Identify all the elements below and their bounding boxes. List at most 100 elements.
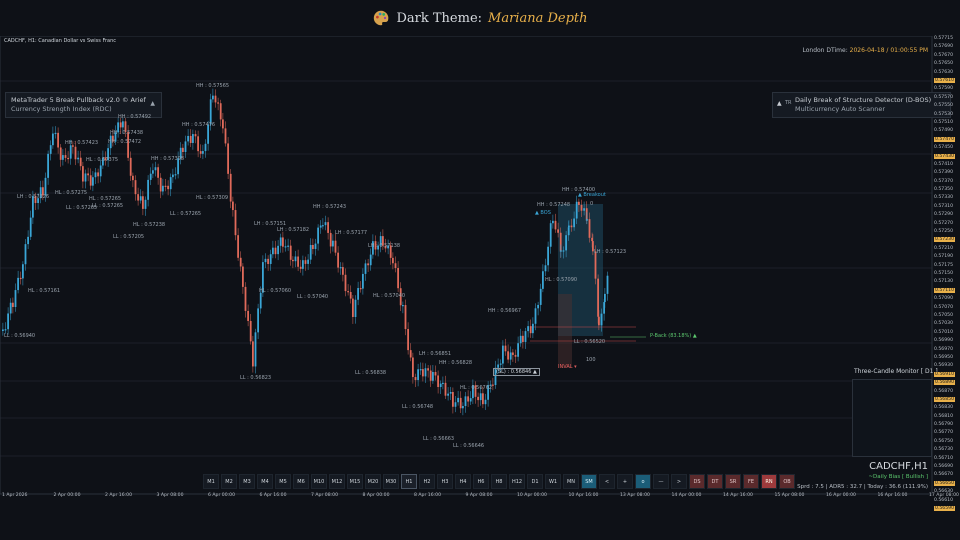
- candle-body: [59, 147, 62, 160]
- timeframe-button-m10[interactable]: M10: [311, 474, 327, 489]
- price-tick-label: 0.57150: [934, 271, 953, 276]
- candle-body: [229, 173, 232, 202]
- candle-body: [137, 194, 139, 201]
- candle-body: [309, 244, 312, 260]
- price-tick-label: 0.57470: [934, 136, 955, 142]
- timeframe-button-mn[interactable]: MN: [563, 474, 579, 489]
- timeframe-button-m1[interactable]: M1: [203, 474, 219, 489]
- candle-body: [565, 235, 567, 251]
- candle-body: [583, 208, 585, 211]
- timeframe-button-h12[interactable]: H12: [509, 474, 525, 489]
- candle-body: [447, 393, 449, 396]
- candle-body: [362, 273, 364, 289]
- swing-label: LL : 0.57205: [113, 234, 145, 240]
- tool-button[interactable]: <: [599, 474, 615, 489]
- tool-button[interactable]: o: [635, 474, 651, 489]
- candle-body: [242, 266, 244, 287]
- candle-body: [352, 298, 354, 317]
- tool-button[interactable]: OB: [779, 474, 795, 489]
- candle-body: [459, 397, 462, 409]
- panel-title: MetaTrader 5 Break Pullback v2.0 © Arief: [11, 96, 146, 104]
- timeframe-button-h4[interactable]: H4: [455, 474, 471, 489]
- candle-body: [132, 175, 134, 181]
- timeframe-button-h1[interactable]: H1: [401, 474, 417, 489]
- candle-body: [129, 157, 132, 176]
- price-tick-label: 0.57670: [934, 52, 953, 58]
- candle-body: [417, 369, 419, 381]
- candle-body: [297, 256, 299, 267]
- price-tick-label: 0.57350: [934, 187, 953, 193]
- timeframe-button-m2[interactable]: M2: [221, 474, 237, 489]
- candle-body: [557, 229, 559, 233]
- candle-body: [99, 165, 102, 177]
- candle-body: [202, 151, 204, 154]
- candle-body: [562, 250, 565, 252]
- candle-body: [49, 145, 52, 154]
- price-tick-label: 0.57430: [934, 153, 955, 159]
- timeframe-button-h3[interactable]: H3: [437, 474, 453, 489]
- timeframe-button-d1[interactable]: D1: [527, 474, 543, 489]
- candle-body: [392, 257, 394, 264]
- candle-body: [27, 236, 29, 245]
- candle-body: [144, 199, 147, 209]
- candle-body: [252, 341, 254, 367]
- candle-body: [332, 240, 334, 247]
- tool-button[interactable]: >: [671, 474, 687, 489]
- tool-button[interactable]: FE: [743, 474, 759, 489]
- panel-title: Daily Break of Structure Detector (D-BOS…: [795, 96, 932, 104]
- candle-body: [69, 145, 72, 159]
- price-tick-label: 0.57175: [934, 262, 953, 268]
- price-tick-label: 0.56870: [934, 388, 953, 394]
- price-tick-label: 0.57370: [934, 178, 953, 184]
- timeframe-button-m6[interactable]: M6: [293, 474, 309, 489]
- price-tick-label: 0.57550: [934, 103, 953, 109]
- timeframe-button-h6[interactable]: H6: [473, 474, 489, 489]
- fib-100-label: 100: [586, 357, 596, 363]
- tool-button[interactable]: DS: [689, 474, 705, 489]
- candle-body: [573, 218, 575, 228]
- candle-body: [44, 177, 47, 196]
- candle-body: [369, 254, 372, 266]
- timeframe-button-h2[interactable]: H2: [419, 474, 435, 489]
- candle-body: [568, 225, 570, 228]
- tool-button[interactable]: SM: [581, 474, 597, 489]
- tool-button[interactable]: +: [617, 474, 633, 489]
- candle-body: [62, 155, 64, 160]
- collapse-arrow-icon[interactable]: ▲: [150, 99, 155, 108]
- clock-label: London DTime:: [802, 47, 848, 54]
- candle-body: [9, 302, 12, 314]
- swing-label: HL : 0.57275: [55, 190, 88, 196]
- swing-label: HH : 0.57492: [118, 114, 152, 120]
- timeframe-button-m4[interactable]: M4: [257, 474, 273, 489]
- timeframe-button-m15[interactable]: M15: [347, 474, 363, 489]
- candle-body: [54, 132, 57, 135]
- collapse-arrow-icon[interactable]: ▲: [777, 99, 782, 108]
- timeframe-button-m30[interactable]: M30: [383, 474, 399, 489]
- swing-label: LL : 0.56940: [4, 333, 36, 339]
- candle-body: [149, 173, 152, 180]
- indicator-panel-dbos[interactable]: ▲ TR Daily Break of Structure Detector (…: [772, 92, 951, 118]
- tool-button[interactable]: SR: [725, 474, 741, 489]
- timeframe-button-h8[interactable]: H8: [491, 474, 507, 489]
- candle-body: [504, 345, 507, 352]
- price-tick-label: 0.56810: [934, 413, 953, 419]
- timeframe-button-m12[interactable]: M12: [329, 474, 345, 489]
- candle-body: [122, 121, 124, 128]
- time-tick-label: 14 Apr 16:00: [723, 493, 753, 498]
- timeframe-button-m5[interactable]: M5: [275, 474, 291, 489]
- candle-body: [272, 247, 274, 255]
- timeframe-button-m20[interactable]: M20: [365, 474, 381, 489]
- timeframe-button-w1[interactable]: W1: [545, 474, 561, 489]
- timeframe-button-m3[interactable]: M3: [239, 474, 255, 489]
- candle-body: [357, 288, 359, 300]
- bos-marker: ▲ BOS: [535, 210, 551, 216]
- candle-body: [152, 170, 154, 174]
- tool-button[interactable]: DT: [707, 474, 723, 489]
- swing-label: HL : 0.57040: [373, 293, 406, 299]
- invalidation-zone: [558, 294, 572, 368]
- tool-button[interactable]: —: [653, 474, 669, 489]
- tool-button[interactable]: RN: [761, 474, 777, 489]
- candle-body: [57, 132, 59, 148]
- candle-body: [199, 151, 202, 154]
- price-tick-label: 0.56910: [934, 371, 955, 377]
